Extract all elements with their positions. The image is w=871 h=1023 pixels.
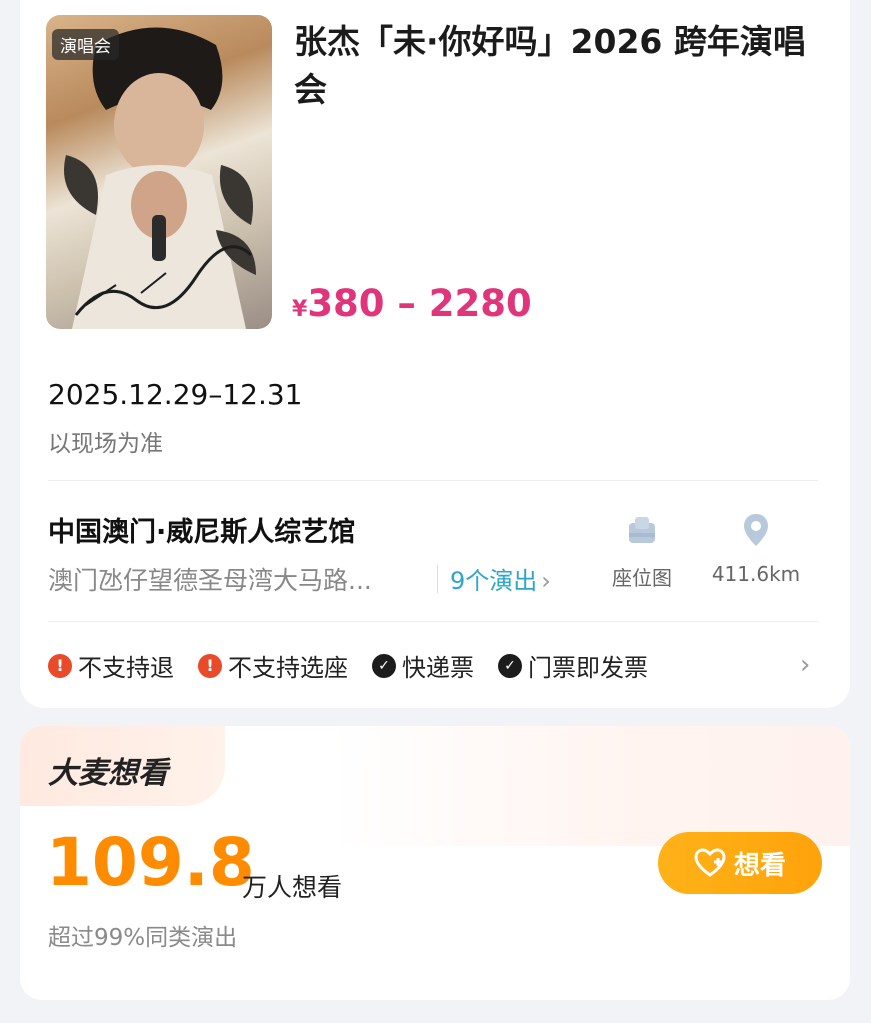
- feature-label: 不支持退: [78, 654, 174, 682]
- event-title: 张杰「未·你好吗」2026 跨年演唱会: [294, 22, 806, 109]
- date-note: 以现场为准: [48, 431, 163, 457]
- divider: [437, 565, 438, 593]
- currency-symbol: ¥: [292, 297, 308, 322]
- brand-title: 大麦想看: [48, 756, 168, 791]
- price-range: ¥380 – 2280: [292, 282, 532, 325]
- venue-shows-link[interactable]: 9个演出 ›: [450, 561, 551, 596]
- feature-ticket-as-invoice: ✓ 门票即发票: [498, 648, 648, 683]
- price-amount: 380 – 2280: [307, 282, 532, 325]
- chevron-right-icon[interactable]: ›: [800, 650, 810, 680]
- location-pin-icon: [708, 510, 804, 550]
- seat-map-button[interactable]: 座位图: [600, 510, 684, 591]
- want-to-see-button[interactable]: 想看: [658, 832, 822, 894]
- heart-plus-icon: [694, 848, 726, 877]
- divider: [48, 480, 818, 481]
- venue-name[interactable]: 中国澳门·威尼斯人综艺馆: [48, 510, 355, 549]
- interest-count: 109.8: [46, 824, 255, 901]
- interest-count-unit: 万人想看: [242, 873, 343, 902]
- event-date[interactable]: 2025.12.29–12.31: [48, 378, 302, 411]
- interest-note: 超过99%同类演出: [48, 925, 238, 951]
- card-glow: [330, 726, 850, 846]
- feature-label: 不支持选座: [228, 654, 348, 682]
- venue-address[interactable]: 澳门氹仔望德圣母湾大马路...: [48, 561, 428, 597]
- check-icon: ✓: [498, 653, 522, 678]
- check-icon: ✓: [372, 653, 396, 678]
- divider: [48, 621, 818, 622]
- interest-card: 大麦想看 109.8 万人想看 超过99%同类演出 想看: [20, 726, 850, 1000]
- want-button-label: 想看: [733, 850, 786, 881]
- distance-label: 411.6km: [711, 562, 801, 586]
- seat-map-icon: [600, 510, 684, 550]
- feature-no-seat-selection: ! 不支持选座: [198, 648, 348, 683]
- seat-map-label: 座位图: [612, 566, 672, 590]
- category-badge: 演唱会: [52, 29, 119, 60]
- shows-link-label: 9个演出: [450, 567, 538, 595]
- feature-express-ticket: ✓ 快递票: [372, 648, 474, 683]
- feature-label: 快递票: [402, 654, 474, 682]
- chevron-right-icon: ›: [541, 567, 551, 595]
- feature-label: 门票即发票: [528, 654, 648, 682]
- ticket-features[interactable]: ! 不支持退 ! 不支持选座 ✓ 快递票 ✓ 门票即发票: [48, 648, 672, 683]
- poster-artwork: [64, 27, 256, 329]
- feature-no-refund: ! 不支持退: [48, 648, 174, 683]
- location-button[interactable]: 411.6km: [708, 510, 804, 586]
- warning-icon: !: [198, 653, 222, 678]
- event-poster[interactable]: 演唱会: [46, 15, 272, 329]
- warning-icon: !: [48, 653, 72, 678]
